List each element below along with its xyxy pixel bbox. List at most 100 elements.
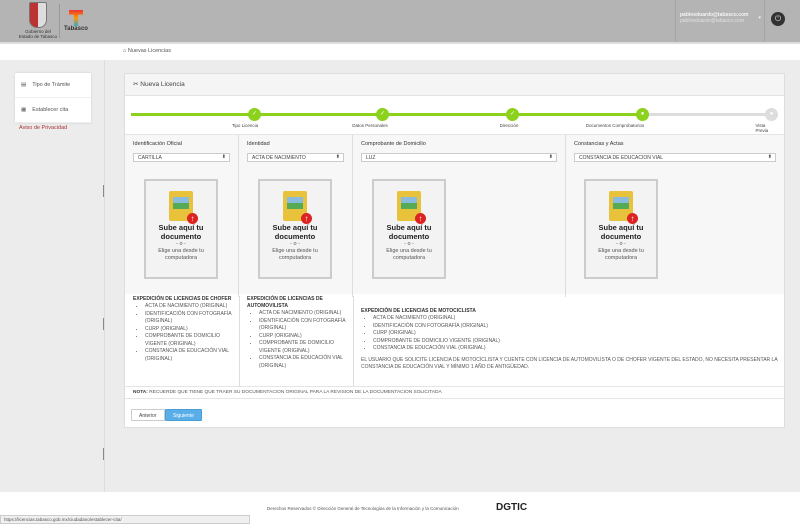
chevron-down-icon: ▾ (758, 15, 761, 21)
sidebar-item-label: Tipo de Trámite (32, 82, 71, 88)
step-done-icon[interactable]: ✓ (506, 108, 519, 121)
requirement-item: COMPROBANTE DE DOMICILIO VIGENTE (ORIGIN… (145, 333, 237, 348)
power-icon[interactable]: ⏻ (771, 12, 785, 26)
requirement-item: CURP (ORIGINAL) (373, 330, 781, 338)
upload-document-icon (609, 191, 638, 224)
step-label: Vista Previa (755, 123, 769, 133)
column-title: Comprobante de Domicilio (361, 141, 426, 147)
requirement-item: CONSTANCIA DE EDUCACIÓN VIAL (ORIGINAL) (259, 355, 351, 370)
column-constancias: Constancias y Actas CONSTANCIA DE EDUCAC… (566, 135, 784, 297)
sidebar-item-label: Establecer cita (32, 107, 69, 113)
step-label: Dirección (499, 123, 519, 128)
requirement-item: CONSTANCIA DE EDUCACIÓN VIAL (ORIGINAL) (145, 348, 237, 363)
status-bar-url: https://licencias.tabasco.gob.mx/ciudada… (0, 515, 250, 524)
step-done-icon[interactable]: ✓ (248, 108, 261, 121)
gov-logo[interactable]: Gobierno del Estado de Tabasco (18, 2, 58, 39)
upload-dropzone[interactable]: Sube aquí tu documento- o -Elige una des… (258, 179, 332, 279)
panel-header: ✂ Nueva Licencia (125, 74, 784, 96)
sidebar-menu: ▤ Tipo de Trámite ▦ Establecer cita (15, 73, 91, 123)
nota-text: RECUERDE QUE TIENE QUE TRAER SU DOCUMENT… (149, 390, 442, 395)
document-columns: Identificación Oficial CARTILLA Sube aqu… (125, 134, 784, 297)
scroll-marker (103, 185, 106, 197)
column-divider (239, 296, 240, 386)
upload-or: - o - (176, 241, 186, 247)
requirement-item: ACTA DE NACIMIENTO (ORIGINAL) (259, 310, 351, 318)
step-current-icon[interactable]: ● (636, 108, 649, 121)
privacy-link[interactable]: Aviso de Privacidad (19, 125, 67, 131)
tabasco-logo[interactable]: Tabasco (62, 10, 90, 32)
upload-sub: Elige una desde tu computadora (386, 248, 432, 261)
upload-or: - o - (404, 241, 414, 247)
requirement-item: COMPROBANTE DE DOMICILIO VIGENTE (ORIGIN… (259, 340, 351, 355)
motociclista-note: EL USUARIO QUE SOLICITE LICENCIA DE MOTO… (361, 356, 778, 371)
identificacion-select[interactable]: CARTILLA (133, 153, 230, 162)
top-header: Gobierno del Estado de Tabasco Tabasco p… (0, 0, 800, 42)
step-label: Tipo Licencia (231, 123, 259, 128)
requirement-item: IDENTIFICACIÓN CON FOTOGRAFÍA (ORIGINAL) (145, 311, 237, 326)
nota-banner: NOTA: RECUERDE QUE TIENE QUE TRAER SU DO… (125, 386, 784, 399)
calendar-icon: ▦ (21, 107, 27, 113)
user-email-secondary: pabloeduardo@tabasco.com (680, 18, 745, 24)
step-label: Documentos Comprobatorios (585, 123, 645, 128)
requirements-title: EXPEDICIÓN DE LICENCIAS DE AUTOMOVILISTA (247, 296, 323, 309)
user-menu[interactable]: pabloeduardo@tabasco.com pabloeduardo@ta… (675, 0, 765, 42)
upload-title: Sube aquí tu documento (158, 223, 204, 241)
tabasco-t-icon (69, 10, 83, 26)
requirement-item: IDENTIFICACIÓN CON FOTOGRAFÍA (ORIGINAL) (259, 318, 351, 333)
footer-text: Derechos Reservados © Dirección General … (267, 506, 459, 511)
upload-dropzone[interactable]: Sube aquí tu documento- o -Elige una des… (584, 179, 658, 279)
requirements-title: EXPEDICIÓN DE LICENCIAS DE CHOFER (133, 296, 232, 302)
requirement-item: COMPROBANTE DE DOMICILIO VIGENTE (ORIGIN… (373, 338, 781, 346)
upload-sub: Elige una desde tu computadora (272, 248, 318, 261)
upload-dropzone[interactable]: Sube aquí tu documento- o -Elige una des… (144, 179, 218, 279)
sidebar-item-establecer-cita[interactable]: ▦ Establecer cita (15, 98, 91, 123)
logo-divider (59, 4, 60, 38)
column-title: Identificación Oficial (133, 141, 182, 147)
requirements-chofer: EXPEDICIÓN DE LICENCIAS DE CHOFER ACTA D… (133, 296, 237, 363)
sidebar-item-tipo-tramite[interactable]: ▤ Tipo de Trámite (15, 73, 91, 98)
step-label: Datos Personales (352, 123, 388, 128)
progress-line-pending (643, 113, 773, 116)
breadcrumb: ⌂ Nuevas Licencias (0, 42, 800, 60)
upload-title: Sube aquí tu documento (272, 223, 318, 241)
requirement-item: CONSTANCIA DE EDUCACIÓN VIAL (ORIGINAL) (373, 345, 781, 353)
new-license-panel: ✂ Nueva Licencia ✓ ✓ ✓ ● ● Tipo Licencia… (124, 73, 785, 428)
nota-label: NOTA: (133, 390, 148, 395)
column-domicilio: Comprobante de Domicilio LUZ Sube aquí t… (353, 135, 566, 297)
requirements-automovilista: EXPEDICIÓN DE LICENCIAS DE AUTOMOVILISTA… (247, 296, 351, 370)
scroll-marker (103, 318, 106, 330)
tabasco-logo-text: Tabasco (64, 26, 88, 32)
requirement-item: ACTA DE NACIMIENTO (ORIGINAL) (145, 303, 237, 311)
upload-sub: Elige una desde tu computadora (158, 248, 204, 261)
requirement-item: IDENTIFICACIÓN CON FOTOGRAFÍA (ORIGINAL) (373, 323, 781, 331)
requirement-item: CURP (ORIGINAL) (145, 326, 237, 334)
upload-or: - o - (616, 241, 626, 247)
panel-title: Nueva Licencia (140, 81, 185, 88)
column-divider (353, 296, 354, 386)
domicilio-select[interactable]: LUZ (361, 153, 557, 162)
upload-sub: Elige una desde tu computadora (598, 248, 644, 261)
requirements-title: EXPEDICIÓN DE LICENCIAS DE MOTOCICLISTA (361, 308, 476, 314)
dgtic-logo: DGTIC (496, 502, 528, 513)
previous-button[interactable]: Anterior (131, 409, 165, 421)
constancias-select[interactable]: CONSTANCIA DE EDUCACION VIAL (574, 153, 776, 162)
step-pending-icon: ● (765, 108, 778, 121)
requirement-item: CURP (ORIGINAL) (259, 333, 351, 341)
upload-title: Sube aquí tu documento (598, 223, 644, 241)
step-done-icon[interactable]: ✓ (376, 108, 389, 121)
layout-divider (104, 60, 105, 492)
upload-dropzone[interactable]: Sube aquí tu documento- o -Elige una des… (372, 179, 446, 279)
upload-or: - o - (290, 241, 300, 247)
breadcrumb-label: Nuevas Licencias (127, 48, 171, 54)
breadcrumb-item[interactable]: ⌂ Nuevas Licencias (123, 48, 171, 54)
column-title: Constancias y Actas (574, 141, 624, 147)
next-button[interactable]: Siguiente (165, 409, 202, 421)
upload-document-icon (169, 191, 198, 224)
column-title: Identidad (247, 141, 270, 147)
requirements-motociclista: EXPEDICIÓN DE LICENCIAS DE MOTOCICLISTA … (361, 308, 781, 372)
upload-document-icon (397, 191, 426, 224)
identidad-select[interactable]: ACTA DE NACIMIENTO (247, 153, 344, 162)
gov-logo-text: Gobierno del Estado de Tabasco (18, 29, 58, 39)
id-card-icon: ▤ (21, 82, 27, 88)
scroll-marker (103, 448, 106, 460)
